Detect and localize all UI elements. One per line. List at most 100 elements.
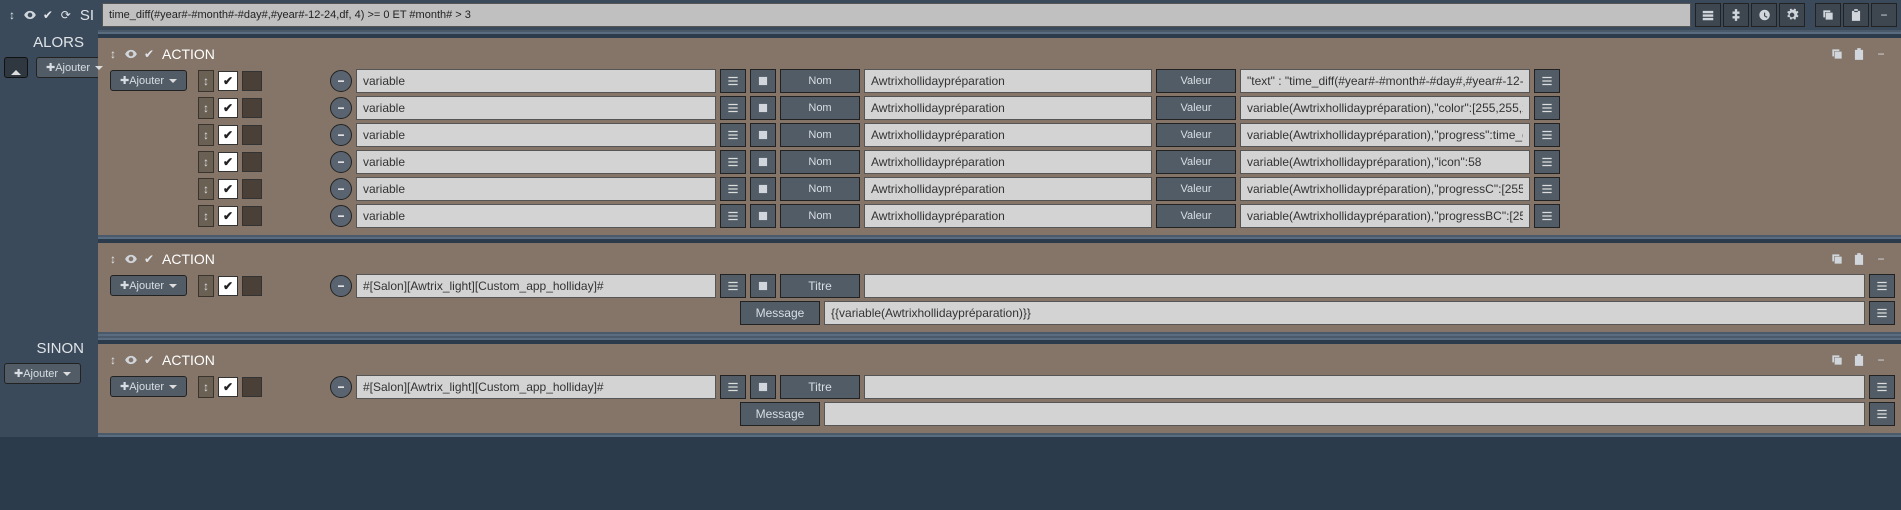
command-input[interactable] bbox=[356, 150, 716, 174]
select-cmd-icon[interactable] bbox=[720, 375, 746, 399]
remove-icon[interactable]: − bbox=[1871, 350, 1891, 370]
message-input[interactable] bbox=[824, 402, 1865, 426]
nom-input[interactable] bbox=[864, 177, 1152, 201]
nom-input[interactable] bbox=[864, 96, 1152, 120]
drag-handle[interactable]: ↕ bbox=[198, 275, 214, 297]
action-ajouter-button[interactable]: ✚ Ajouter bbox=[110, 70, 187, 91]
options-icon[interactable] bbox=[750, 177, 776, 201]
drag-icon[interactable]: ↕ bbox=[4, 6, 20, 24]
edit-icon[interactable] bbox=[1534, 150, 1560, 174]
sinon-ajouter-button[interactable]: ✚ Ajouter bbox=[4, 363, 81, 384]
check-icon[interactable]: ✔ bbox=[140, 250, 158, 268]
check-icon[interactable]: ✔ bbox=[140, 45, 158, 63]
paste-icon[interactable] bbox=[1849, 249, 1869, 269]
copy-icon[interactable] bbox=[1827, 44, 1847, 64]
options-icon[interactable] bbox=[750, 375, 776, 399]
edit-icon[interactable] bbox=[1534, 177, 1560, 201]
parallel-checkbox[interactable] bbox=[242, 179, 262, 199]
nom-input[interactable] bbox=[864, 204, 1152, 228]
enable-checkbox[interactable]: ✔ bbox=[218, 98, 238, 118]
refresh-icon[interactable]: ⟳ bbox=[58, 6, 74, 24]
options-icon[interactable] bbox=[750, 204, 776, 228]
eye-icon[interactable] bbox=[122, 351, 140, 369]
parallel-checkbox[interactable] bbox=[242, 206, 262, 226]
parallel-checkbox[interactable] bbox=[242, 152, 262, 172]
gear-icon[interactable] bbox=[1779, 3, 1805, 27]
enable-checkbox[interactable]: ✔ bbox=[218, 152, 238, 172]
paste-icon[interactable] bbox=[1843, 3, 1869, 27]
edit-icon[interactable] bbox=[1869, 301, 1895, 325]
paste-icon[interactable] bbox=[1849, 44, 1869, 64]
valeur-input[interactable] bbox=[1240, 177, 1530, 201]
command-input[interactable] bbox=[356, 375, 716, 399]
enable-checkbox[interactable]: ✔ bbox=[218, 179, 238, 199]
edit-icon[interactable] bbox=[1869, 402, 1895, 426]
eye-icon[interactable] bbox=[122, 45, 140, 63]
remove-action-button[interactable]: − bbox=[330, 275, 352, 297]
copy-icon[interactable] bbox=[1827, 350, 1847, 370]
scenario-icon[interactable] bbox=[1695, 3, 1721, 27]
valeur-input[interactable] bbox=[1240, 123, 1530, 147]
select-cmd-icon[interactable] bbox=[720, 96, 746, 120]
remove-icon[interactable]: − bbox=[1871, 44, 1891, 64]
drag-icon[interactable]: ↕ bbox=[104, 45, 122, 63]
command-input[interactable] bbox=[356, 204, 716, 228]
plugin-icon[interactable] bbox=[1723, 3, 1749, 27]
drag-icon[interactable]: ↕ bbox=[104, 250, 122, 268]
remove-action-button[interactable]: − bbox=[330, 124, 352, 146]
si-expression-input[interactable] bbox=[102, 3, 1691, 27]
command-input[interactable] bbox=[356, 69, 716, 93]
remove-action-button[interactable]: − bbox=[330, 151, 352, 173]
enable-checkbox[interactable]: ✔ bbox=[218, 71, 238, 91]
drag-handle[interactable]: ↕ bbox=[198, 376, 214, 398]
select-cmd-icon[interactable] bbox=[720, 274, 746, 298]
drag-icon[interactable]: ↕ bbox=[104, 351, 122, 369]
drag-handle[interactable]: ↕ bbox=[198, 205, 214, 227]
nom-input[interactable] bbox=[864, 123, 1152, 147]
select-cmd-icon[interactable] bbox=[720, 123, 746, 147]
select-cmd-icon[interactable] bbox=[720, 204, 746, 228]
command-input[interactable] bbox=[356, 177, 716, 201]
enable-checkbox[interactable]: ✔ bbox=[218, 377, 238, 397]
options-icon[interactable] bbox=[750, 150, 776, 174]
edit-icon[interactable] bbox=[1534, 204, 1560, 228]
select-cmd-icon[interactable] bbox=[720, 150, 746, 174]
nom-input[interactable] bbox=[864, 69, 1152, 93]
edit-icon[interactable] bbox=[1534, 96, 1560, 120]
remove-action-button[interactable]: − bbox=[330, 70, 352, 92]
valeur-input[interactable] bbox=[1240, 150, 1530, 174]
remove-action-button[interactable]: − bbox=[330, 97, 352, 119]
edit-icon[interactable] bbox=[1534, 123, 1560, 147]
edit-icon[interactable] bbox=[1869, 375, 1895, 399]
paste-icon[interactable] bbox=[1849, 350, 1869, 370]
remove-action-button[interactable]: − bbox=[330, 205, 352, 227]
remove-icon[interactable]: − bbox=[1871, 3, 1897, 27]
edit-icon[interactable] bbox=[1869, 274, 1895, 298]
eye-icon[interactable] bbox=[122, 250, 140, 268]
check-icon[interactable]: ✔ bbox=[140, 351, 158, 369]
options-icon[interactable] bbox=[750, 96, 776, 120]
drag-handle[interactable]: ↕ bbox=[198, 124, 214, 146]
command-input[interactable] bbox=[356, 274, 716, 298]
options-icon[interactable] bbox=[750, 123, 776, 147]
remove-action-button[interactable]: − bbox=[330, 178, 352, 200]
edit-icon[interactable] bbox=[1534, 69, 1560, 93]
parallel-checkbox[interactable] bbox=[242, 377, 262, 397]
valeur-input[interactable] bbox=[1240, 69, 1530, 93]
nom-input[interactable] bbox=[864, 150, 1152, 174]
enable-checkbox[interactable]: ✔ bbox=[218, 125, 238, 145]
command-input[interactable] bbox=[356, 123, 716, 147]
valeur-input[interactable] bbox=[1240, 96, 1530, 120]
remove-icon[interactable]: − bbox=[1871, 249, 1891, 269]
parallel-checkbox[interactable] bbox=[242, 276, 262, 296]
select-cmd-icon[interactable] bbox=[720, 69, 746, 93]
drag-handle[interactable]: ↕ bbox=[198, 178, 214, 200]
drag-handle[interactable]: ↕ bbox=[198, 70, 214, 92]
copy-icon[interactable] bbox=[1815, 3, 1841, 27]
drag-handle[interactable]: ↕ bbox=[198, 151, 214, 173]
options-icon[interactable] bbox=[750, 274, 776, 298]
history-icon[interactable] bbox=[1751, 3, 1777, 27]
parallel-checkbox[interactable] bbox=[242, 71, 262, 91]
enable-checkbox[interactable]: ✔ bbox=[218, 206, 238, 226]
titre-input[interactable] bbox=[864, 274, 1865, 298]
